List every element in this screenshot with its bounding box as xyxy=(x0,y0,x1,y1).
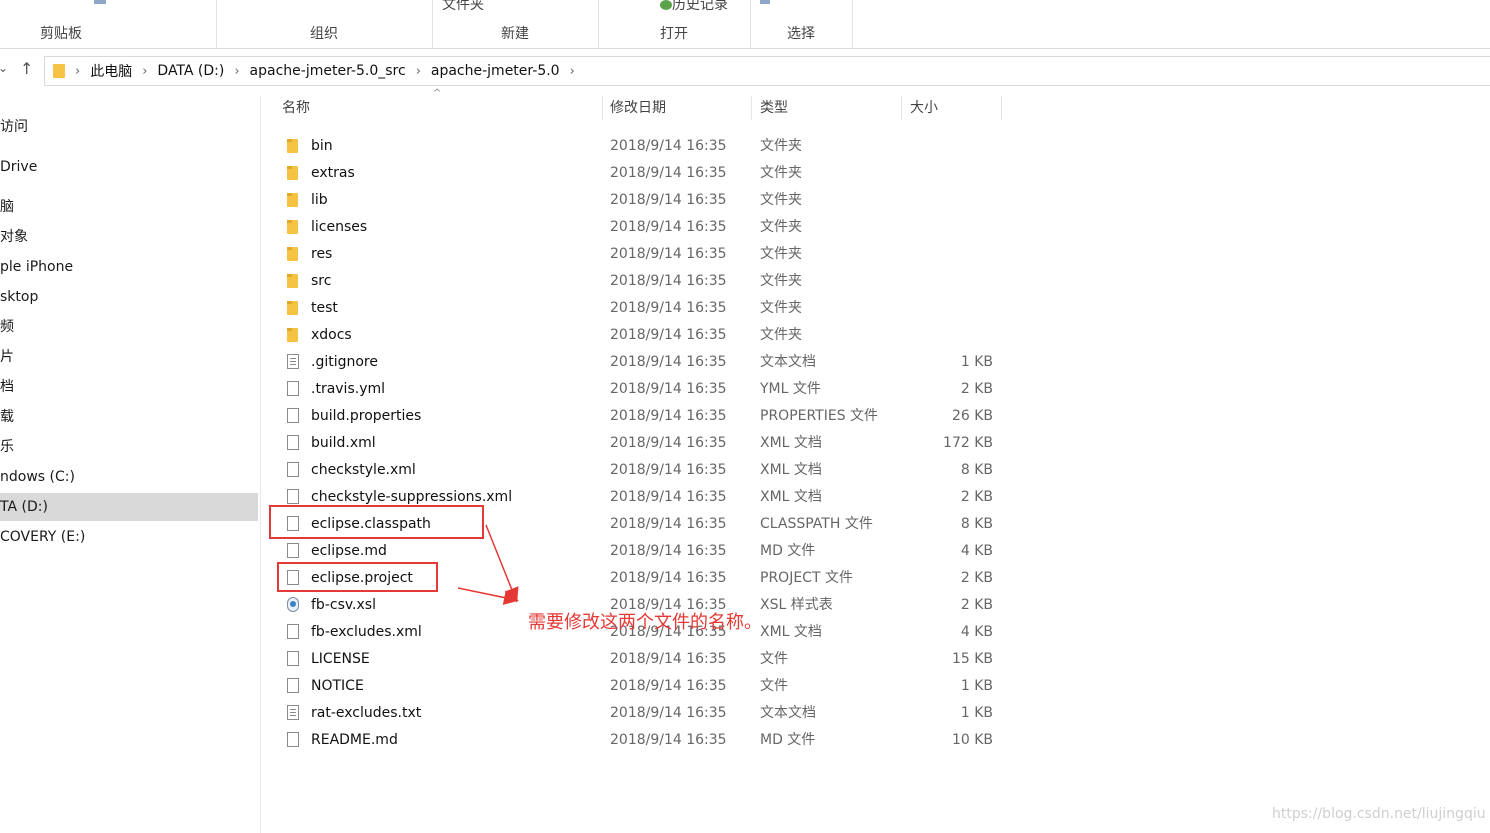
annotation-arrows xyxy=(457,524,519,605)
arrow-line xyxy=(485,524,519,603)
watermark: https://blog.csdn.net/liujingqiu xyxy=(1272,806,1486,822)
arrow-line xyxy=(457,587,519,605)
annotation-text: 需要修改这两个文件的名称。 xyxy=(528,612,762,633)
